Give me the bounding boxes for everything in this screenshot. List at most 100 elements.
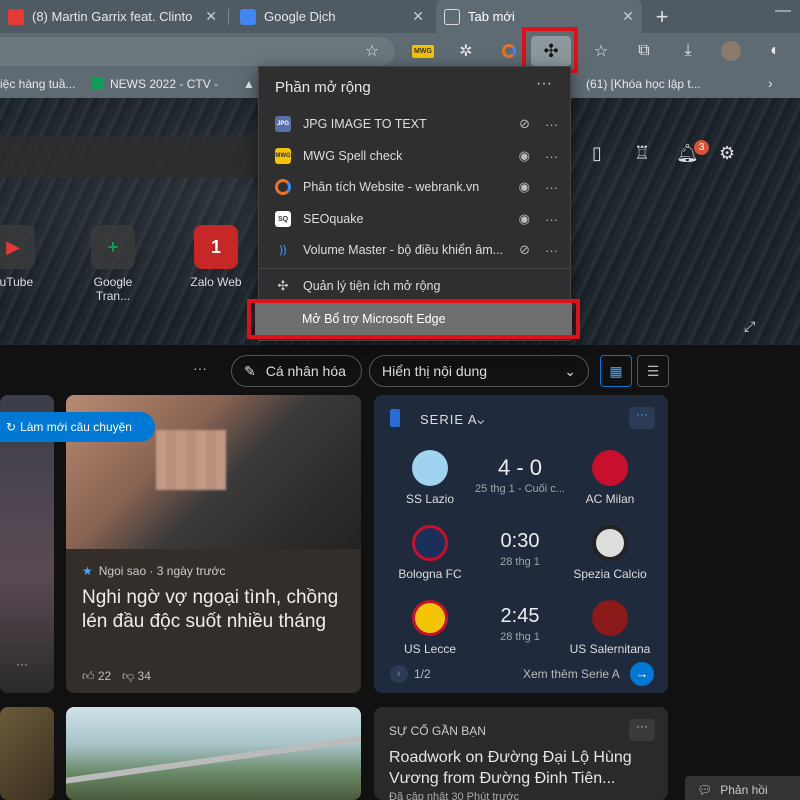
manage-extensions-item[interactable]: ✣ Quản lý tiện ích mở rộng — [259, 271, 572, 301]
nearby-headline[interactable]: Roadwork on Đường Đại Lộ Hùng Vương from… — [389, 747, 644, 789]
tab-youtube[interactable]: (8) Martin Garrix feat. Clinto ✕ — [0, 0, 225, 33]
mwg-extension-icon[interactable]: MWG — [412, 40, 434, 62]
addons-item-highlight — [247, 299, 580, 339]
edge-copilot-icon[interactable]: ◐ — [764, 40, 786, 62]
close-icon[interactable]: ✕ — [412, 8, 424, 25]
list-view-button[interactable]: ☰ — [637, 355, 669, 387]
new-tab-button[interactable]: + — [650, 4, 674, 30]
phone-icon[interactable]: ▯ — [592, 143, 602, 164]
avatar[interactable] — [720, 40, 742, 62]
mountain-icon: ▲ — [243, 77, 255, 91]
volume-icon: )) — [279, 244, 287, 256]
rewards-icon[interactable]: ♖ — [634, 143, 650, 164]
close-icon[interactable]: ✕ — [205, 8, 217, 25]
more-icon[interactable]: ··· — [545, 117, 558, 132]
notification-badge: 3 — [694, 140, 709, 155]
quick-link-youtube[interactable]: ▶ ouTube — [0, 225, 48, 289]
extension-item-volume-master[interactable]: )) Volume Master - bộ điều khiển âm... ⊘… — [259, 235, 572, 265]
pencil-icon: ✎ — [244, 362, 256, 379]
extensions-menu-title: Phần mở rộng — [275, 79, 371, 96]
bookmark-item[interactable]: iệc hàng tuầ... — [0, 77, 75, 91]
extension-item-seoquake[interactable]: SQ SEOquake ◉ ··· — [259, 204, 572, 234]
see-more-link[interactable]: Xem thêm Serie A — [523, 667, 620, 681]
nearby-incident-card[interactable]: SỰ CỐ GẦN BẠN ··· Roadwork on Đường Đại … — [374, 707, 668, 800]
webrank-icon[interactable] — [498, 40, 520, 62]
bookmark-item[interactable]: NEWS 2022 - CTV - — [92, 77, 218, 91]
tab-title: (8) Martin Garrix feat. Clinto — [32, 9, 193, 24]
mwg-icon: MWG — [275, 148, 291, 164]
more-icon[interactable]: ··· — [536, 75, 552, 93]
content-select[interactable]: Hiển thị nội dung ⌄ — [369, 355, 589, 387]
news-card-left-bottom[interactable] — [0, 707, 54, 800]
team-away[interactable]: US Salernitana — [560, 600, 660, 656]
bug-icon[interactable]: ✲ — [455, 40, 477, 62]
pager: 1/2 — [414, 667, 431, 681]
league-title[interactable]: SERIE A — [420, 412, 478, 427]
extension-item-webrank[interactable]: Phân tích Website - webrank.vn ◉ ··· — [259, 172, 572, 202]
news-headline[interactable]: Nghi ngờ vợ ngoại tình, chồng lén đầu độ… — [82, 586, 347, 634]
gear-icon[interactable]: ⚙ — [719, 143, 735, 164]
zalo-icon: 1 — [194, 225, 238, 269]
team-away[interactable]: AC Milan — [560, 450, 660, 506]
match-date: 25 thg 1 - Cuối c... — [475, 483, 565, 495]
star-icon: ★ — [82, 564, 93, 578]
grid-view-button[interactable]: ▦ — [600, 355, 632, 387]
more-button[interactable]: ··· — [629, 719, 655, 741]
dislike-button[interactable]: 👎︎ 34 — [122, 669, 151, 684]
match-score: 4 - 0 — [497, 455, 543, 480]
eye-off-icon[interactable]: ⊘ — [519, 242, 530, 258]
team-away[interactable]: Spezia Calcio — [560, 525, 660, 581]
team-home[interactable]: Bologna FC — [380, 525, 480, 581]
eye-icon[interactable]: ◉ — [519, 211, 530, 227]
tab-strip: (8) Martin Garrix feat. Clinto ✕ Google … — [0, 0, 800, 33]
match-date: 28 thg 1 — [500, 631, 540, 643]
news-card-bridge[interactable] — [66, 707, 361, 800]
feedback-button[interactable]: 💬︎ Phản hồi — [685, 776, 800, 800]
sports-card: SERIE A ⌄ ··· SS Lazio 4 - 0 25 thg 1 - … — [374, 395, 668, 693]
prev-page-button[interactable]: ‹ — [390, 665, 408, 683]
more-icon[interactable]: ··· — [545, 243, 558, 258]
chevron-down-icon: ⌄ — [474, 411, 488, 428]
collections-icon[interactable]: ⧉ — [633, 40, 655, 62]
more-icon[interactable]: ··· — [545, 212, 558, 227]
more-icon[interactable]: ··· — [193, 360, 207, 376]
close-icon[interactable]: ✕ — [622, 8, 634, 25]
new-tab-icon — [444, 8, 460, 25]
minimize-button[interactable]: — — [775, 2, 791, 20]
team-home[interactable]: SS Lazio — [380, 450, 480, 506]
refresh-icon: ↻ — [6, 420, 17, 434]
favorites-icon[interactable]: ☆ — [590, 40, 612, 62]
extension-item-jpg-image-to-text[interactable]: JPG JPG IMAGE TO TEXT ⊘ ··· — [259, 109, 572, 139]
more-icon[interactable]: ··· — [545, 180, 558, 195]
team-home[interactable]: US Lecce — [380, 600, 480, 656]
personalize-button[interactable]: ✎ Cá nhân hóa — [231, 355, 362, 387]
chevron-right-icon[interactable]: › — [768, 75, 773, 91]
nearby-title: SỰ CỐ GẦN BẠN — [389, 724, 486, 738]
puzzle-icon[interactable]: ✣ — [540, 40, 562, 62]
like-button[interactable]: 👍︎ 22 — [82, 669, 111, 684]
google-translate-icon — [240, 8, 256, 25]
quick-link-zalo[interactable]: 1 Zalo Web — [181, 225, 251, 289]
downloads-icon[interactable]: ⤓ — [677, 40, 699, 62]
eye-icon[interactable]: ◉ — [519, 148, 530, 164]
more-button[interactable]: ··· — [629, 407, 655, 429]
next-page-button[interactable]: → — [630, 662, 654, 686]
extension-item-mwg-spell-check[interactable]: MWG MWG Spell check ◉ ··· — [259, 141, 572, 171]
seoquake-icon: SQ — [275, 211, 291, 227]
webrank-icon — [275, 179, 291, 195]
quick-link-google-translate[interactable]: + Google Tran... — [78, 225, 148, 303]
search-bar[interactable] — [0, 136, 262, 178]
eye-off-icon[interactable]: ⊘ — [519, 116, 530, 132]
feedback-icon: 💬︎ — [697, 783, 713, 797]
expand-icon[interactable]: ⤢ — [744, 318, 755, 335]
favorite-star-icon[interactable]: ☆ — [361, 40, 383, 62]
refresh-stories-button[interactable]: ↻ Làm mới câu chuyện — [0, 412, 155, 442]
eye-icon[interactable]: ◉ — [519, 179, 530, 195]
serie-a-logo-icon — [390, 409, 400, 427]
tab-google-translate[interactable]: Google Dịch ✕ — [232, 0, 432, 33]
toolbar: ☆ MWG ✲ ☆ ⧉ ⤓ ◐ — [0, 33, 800, 70]
address-bar[interactable] — [0, 37, 395, 66]
google-sheets-icon: + — [91, 225, 135, 269]
bookmark-item[interactable]: (61) [Khóa học lập t... — [586, 77, 701, 91]
more-icon[interactable]: ··· — [545, 149, 558, 164]
